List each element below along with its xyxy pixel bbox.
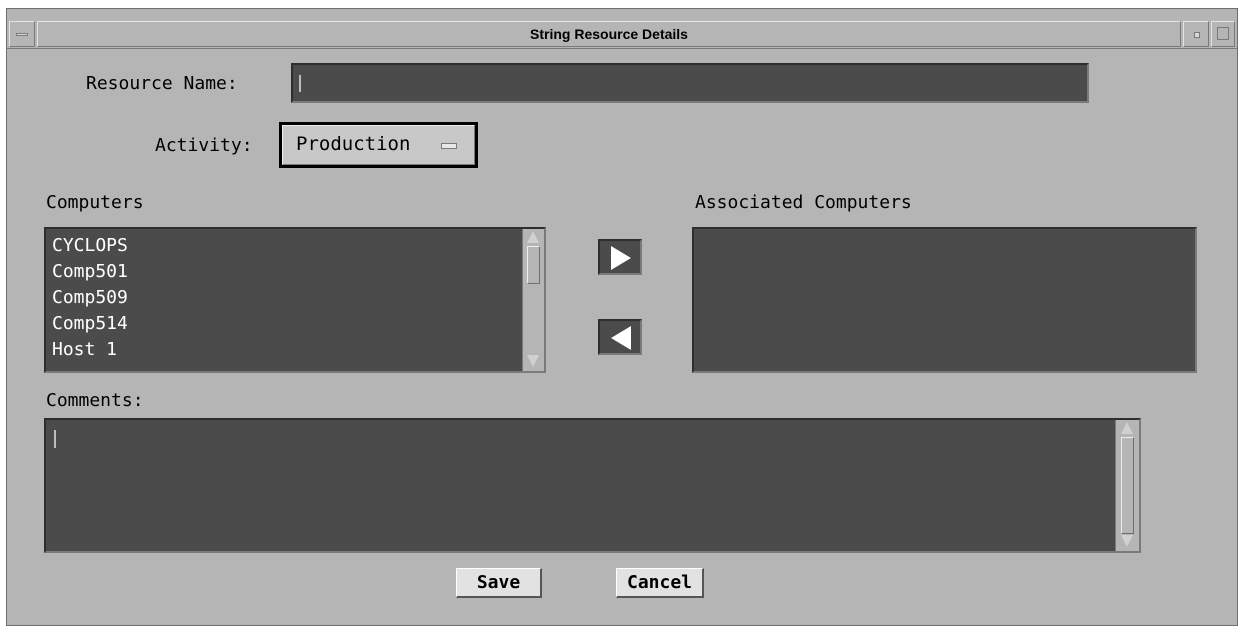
comments-label: Comments: [46, 390, 144, 411]
list-item[interactable]: CYCLOPS [46, 233, 516, 259]
save-button[interactable]: Save [456, 568, 542, 598]
comments-scrollbar[interactable] [1115, 420, 1139, 551]
add-to-associated-button[interactable] [598, 239, 642, 275]
activity-option-menu[interactable]: Production [279, 122, 478, 168]
computers-label: Computers [46, 192, 144, 213]
title-bar[interactable]: String Resource Details [7, 9, 1237, 49]
window-menu-bar [16, 33, 28, 36]
cancel-button[interactable]: Cancel [616, 568, 704, 598]
right-arrow-icon [611, 246, 631, 270]
text-caret [54, 430, 56, 448]
list-item[interactable]: Host 1 [46, 337, 516, 363]
window-menu-icon[interactable] [9, 21, 35, 47]
left-arrow-icon [611, 326, 631, 350]
activity-selected-value: Production [296, 133, 411, 155]
comments-textarea[interactable] [44, 418, 1141, 553]
computers-list[interactable]: CYCLOPS Comp501 Comp509 Comp514 Host 1 [44, 227, 546, 373]
computers-items: CYCLOPS Comp501 Comp509 Comp514 Host 1 [46, 233, 516, 363]
scroll-down-icon[interactable] [1121, 535, 1133, 547]
maximize-square [1217, 27, 1229, 40]
maximize-icon[interactable] [1211, 21, 1235, 47]
dialog-window: String Resource Details Resource Name: A… [6, 8, 1238, 626]
resource-name-input[interactable] [291, 63, 1089, 103]
list-item[interactable]: Comp514 [46, 311, 516, 337]
associated-computers-label: Associated Computers [695, 192, 912, 213]
window-title: String Resource Details [37, 21, 1181, 47]
scroll-up-icon[interactable] [1121, 422, 1133, 434]
scroll-thumb[interactable] [1121, 437, 1134, 534]
option-menu-indicator-icon [441, 143, 457, 149]
list-item[interactable]: Comp509 [46, 285, 516, 311]
activity-label: Activity: [155, 135, 253, 156]
remove-from-associated-button[interactable] [598, 319, 642, 355]
resource-name-label: Resource Name: [86, 73, 238, 94]
list-item[interactable]: Comp501 [46, 259, 516, 285]
computers-scrollbar[interactable] [522, 229, 544, 371]
associated-computers-list[interactable] [692, 227, 1197, 373]
text-caret [299, 75, 301, 92]
minimize-dot [1194, 32, 1200, 38]
minimize-icon[interactable] [1183, 21, 1209, 47]
scroll-up-icon[interactable] [527, 231, 539, 243]
scroll-down-icon[interactable] [527, 355, 539, 367]
scroll-thumb[interactable] [527, 246, 540, 284]
